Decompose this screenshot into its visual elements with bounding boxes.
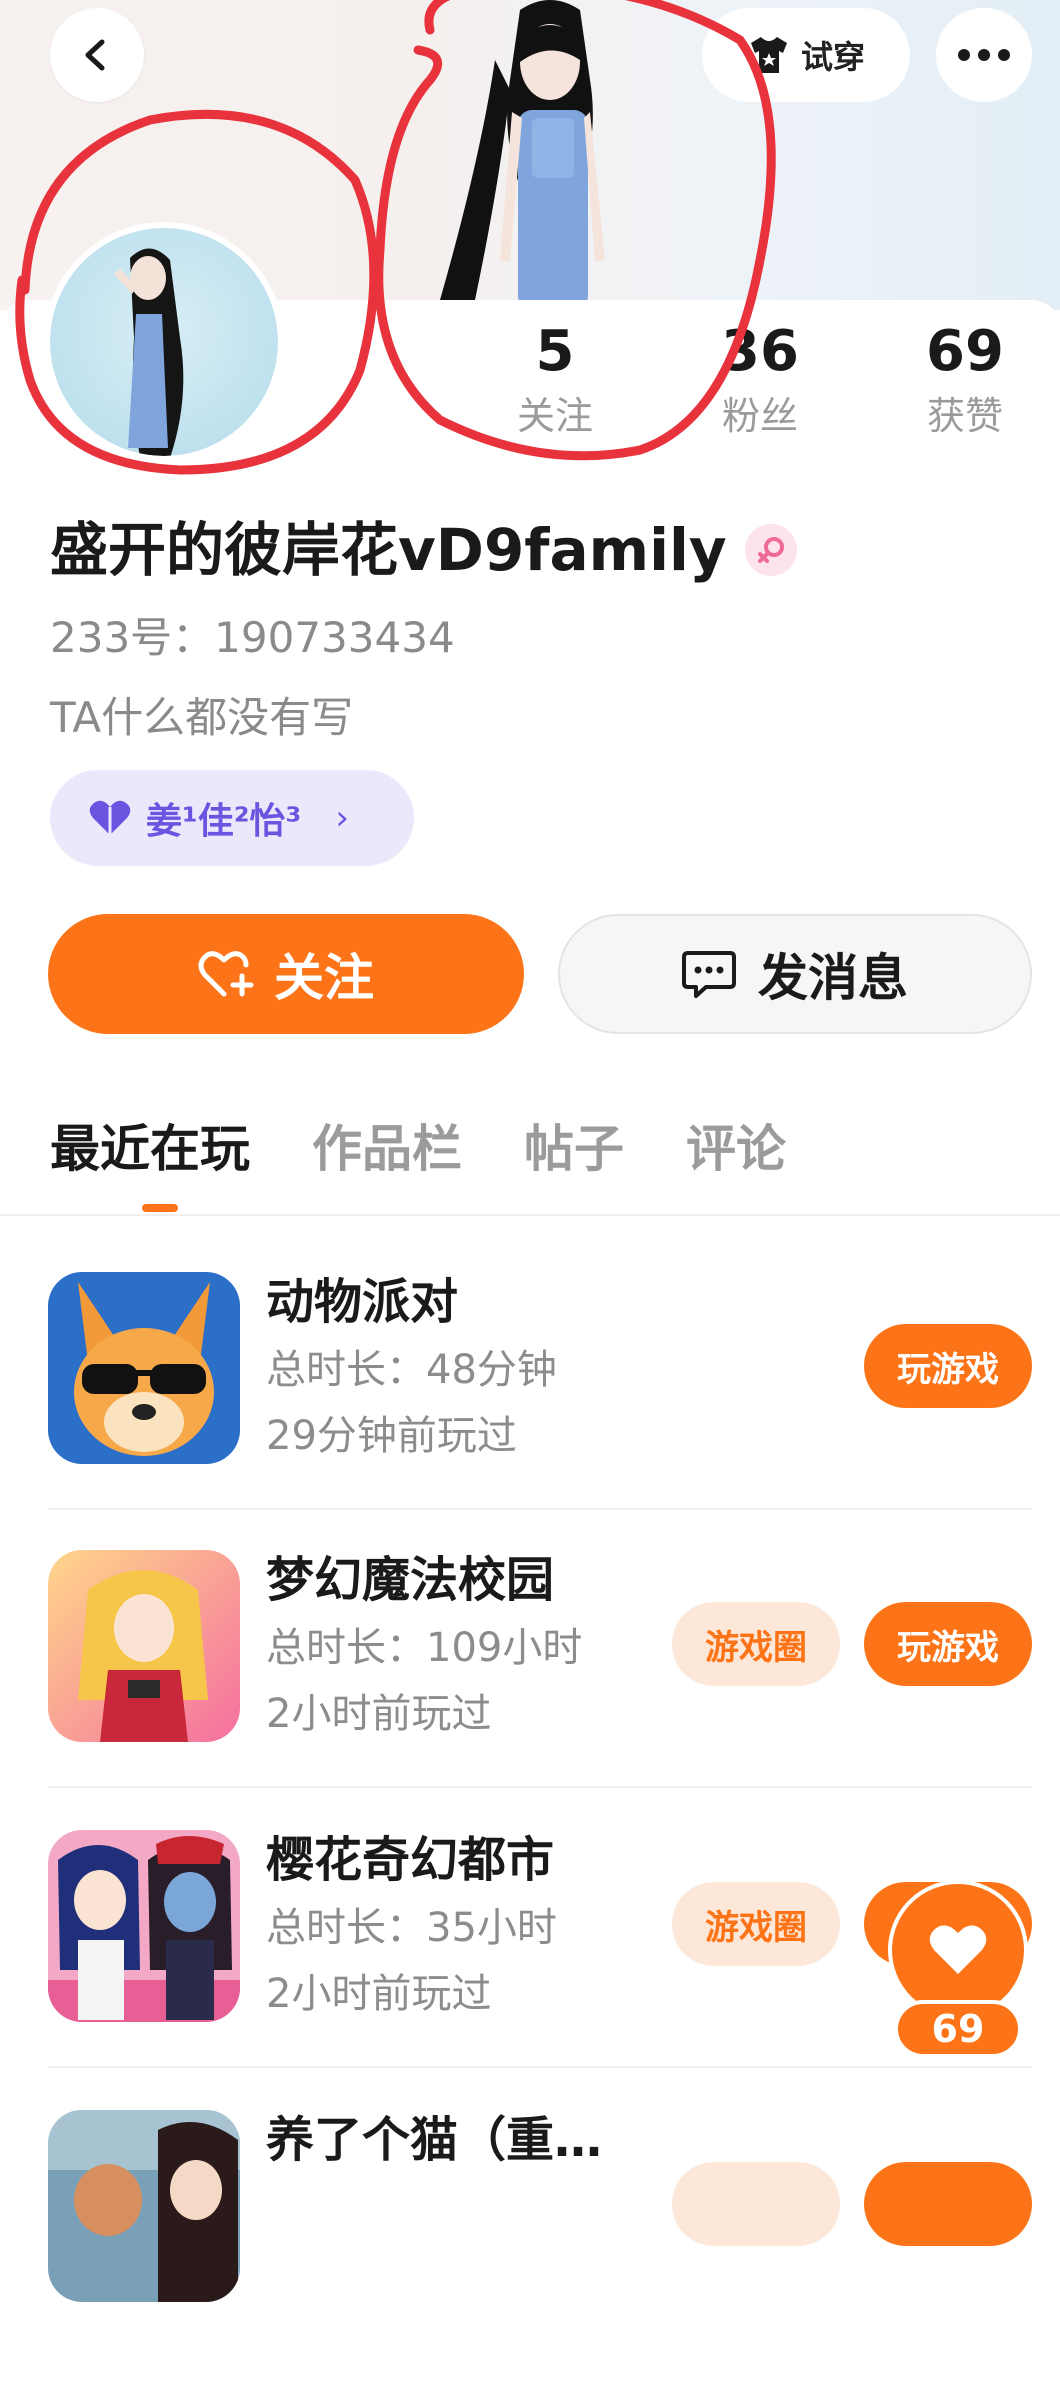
game-last-played: 2小时前玩过 (266, 1691, 492, 1737)
stat-following-label: 关注 (516, 394, 593, 438)
relation-badge[interactable]: 姜¹佳²怡³ › (50, 770, 414, 866)
chevron-left-icon (85, 39, 105, 71)
game-circle-button[interactable]: 游戏圈 (672, 1602, 840, 1686)
tab-recently-played[interactable]: 最近在玩 (50, 1114, 250, 1184)
game-total-time: 总时长：35小时 (266, 1905, 557, 1951)
stat-following-value: 5 (535, 319, 575, 384)
game-last-played: 29分钟前玩过 (266, 1413, 517, 1459)
game-name: 樱花奇幻都市 (266, 1832, 555, 1888)
game-icon-sakura-fantasy-city[interactable] (48, 1830, 240, 2022)
more-dots-icon (958, 49, 1010, 61)
avatar[interactable] (50, 228, 278, 456)
account-id: 233号：190733434 (50, 613, 455, 662)
row-divider (48, 1508, 1032, 1510)
back-button[interactable] (50, 8, 144, 102)
row-divider (48, 1786, 1032, 1788)
tshirt-icon (750, 37, 787, 73)
game-name: 梦幻魔法校园 (266, 1552, 555, 1608)
stat-followers-value: 36 (721, 319, 799, 384)
heart-icon (89, 800, 131, 835)
game-circle-button[interactable] (672, 2162, 840, 2246)
avatar-3d-figure (440, 0, 605, 310)
tab-works[interactable]: 作品栏 (312, 1114, 462, 1184)
tab-divider (0, 1214, 1060, 1216)
list-item[interactable]: 梦幻魔法校园 总时长：109小时 2小时前玩过 游戏圈 玩游戏 (0, 1550, 1060, 1830)
avatar-image (50, 228, 278, 456)
floating-like-button[interactable]: 69 (884, 1880, 1032, 2058)
like-circle[interactable] (888, 1880, 1028, 2020)
profile-tabs: 最近在玩 作品栏 帖子 评论 (50, 1114, 786, 1184)
like-count: 69 (894, 2000, 1022, 2058)
follow-button[interactable]: 关注 (48, 914, 524, 1034)
game-icon-dream-magic-campus[interactable] (48, 1550, 240, 1742)
follow-label: 关注 (274, 949, 374, 1007)
list-item[interactable]: 养了个猫（重… (0, 2110, 1060, 2390)
list-item[interactable]: 动物派对 总时长：48分钟 29分钟前玩过 玩游戏 (0, 1272, 1060, 1552)
game-name: 动物派对 (266, 1274, 459, 1330)
relation-name: 姜¹佳²怡³ (146, 801, 302, 842)
send-message-button[interactable]: 发消息 (558, 914, 1032, 1034)
stat-likes-value: 69 (926, 319, 1004, 384)
game-name: 养了个猫（重… (266, 2112, 603, 2168)
nickname: 盛开的彼岸花vD9family (50, 516, 727, 584)
play-game-button[interactable]: 玩游戏 (864, 1324, 1032, 1408)
tab-comments[interactable]: 评论 (686, 1114, 786, 1184)
send-message-label: 发消息 (758, 949, 908, 1007)
game-total-time: 总时长：109小时 (266, 1625, 583, 1671)
stat-likes[interactable]: 69 获赞 (885, 320, 1045, 444)
nickname-row: 盛开的彼岸花vD9family (50, 512, 797, 588)
game-icon-raise-a-cat[interactable] (48, 2110, 240, 2302)
game-icon-animal-party[interactable] (48, 1272, 240, 1464)
stat-followers-label: 粉丝 (721, 394, 798, 438)
female-icon (757, 537, 784, 563)
stat-likes-label: 获赞 (926, 394, 1003, 438)
game-total-time: 总时长：48分钟 (266, 1347, 557, 1393)
game-last-played: 2小时前玩过 (266, 1971, 492, 2017)
play-game-button[interactable] (864, 2162, 1032, 2246)
more-options-button[interactable] (936, 8, 1032, 102)
row-divider (48, 2066, 1032, 2068)
stat-following[interactable]: 5 关注 (475, 320, 635, 444)
active-tab-indicator (142, 1204, 178, 1212)
chevron-right-icon: › (335, 798, 349, 838)
tab-posts[interactable]: 帖子 (524, 1114, 624, 1184)
heart-icon (929, 1925, 987, 1974)
try-on-label: 试穿 (800, 38, 865, 76)
gender-badge (744, 524, 797, 576)
heart-plus-icon (198, 951, 254, 997)
game-circle-button[interactable]: 游戏圈 (672, 1882, 840, 1966)
stat-followers[interactable]: 36 粉丝 (680, 320, 840, 444)
chat-bubble-icon (682, 951, 736, 998)
try-on-button[interactable]: 试穿 (702, 8, 910, 102)
bio: TA什么都没有写 (50, 693, 354, 742)
play-game-button[interactable]: 玩游戏 (864, 1602, 1032, 1686)
